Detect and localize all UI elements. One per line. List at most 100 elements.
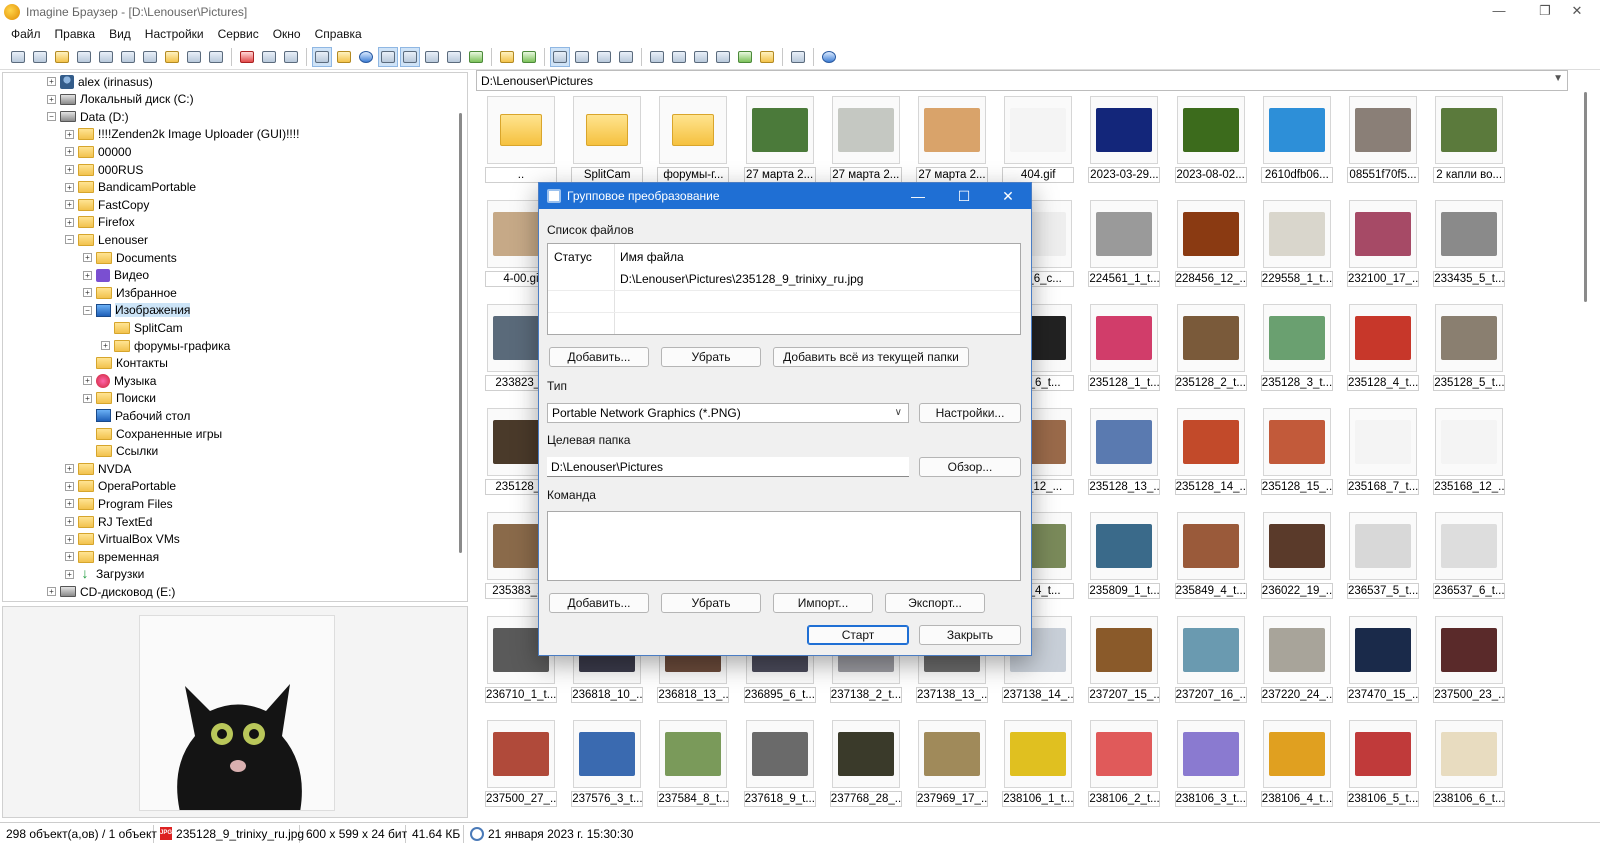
tree-item[interactable]: + форумы-графика [101,337,230,354]
tree-item[interactable]: − Data (D:) [47,108,129,125]
tree-item[interactable]: + alex (irinasus) [47,73,153,90]
column-status[interactable]: Статус [554,250,592,264]
menu-item[interactable]: Окно [266,27,308,41]
thumbnail[interactable]: 235128_13_... [1088,406,1161,496]
menu-item[interactable]: Сервис [211,27,266,41]
thumbnail[interactable]: 238106_4_t... [1260,718,1333,808]
thumbnail[interactable]: 237207_16_... [1174,614,1247,704]
thumbnail[interactable]: 235168_7_t... [1347,406,1419,496]
file-list-row[interactable]: D:\Lenouser\Pictures\235128_9_trinixy_ru… [620,272,863,286]
tree-scrollbar[interactable] [459,113,462,553]
expand-toggle-icon[interactable]: + [47,587,56,597]
command-remove-button[interactable]: Убрать [661,593,761,613]
tree-item[interactable]: Ссылки [83,443,158,460]
menu-item[interactable]: Файл [4,27,48,41]
close-dialog-button[interactable]: Закрыть [919,625,1021,645]
export-button[interactable]: Экспорт... [885,593,985,613]
column-filename[interactable]: Имя файла [620,250,684,264]
tree-item[interactable]: + Program Files [65,495,173,512]
thumbnail[interactable]: 236537_6_t... [1433,510,1506,600]
minimize-button[interactable]: — [1476,0,1522,24]
remove-files-button[interactable]: Убрать [661,347,761,367]
add-files-button[interactable]: Добавить... [549,347,649,367]
toolbar-button[interactable] [74,47,94,67]
tree-item[interactable]: +00000 [65,143,131,160]
toolbar-button[interactable] [206,47,226,67]
expand-toggle-icon[interactable]: − [47,112,56,122]
toolbar-button[interactable] [466,47,486,67]
thumbnail[interactable]: 238106_1_t... [1002,718,1075,808]
tree-item[interactable]: + Поиски [83,390,156,407]
import-button[interactable]: Импорт... [773,593,873,613]
command-box[interactable] [547,511,1021,581]
toolbar-button[interactable] [713,47,733,67]
toolbar-button[interactable] [757,47,777,67]
thumbnail[interactable]: 235128_5_t... [1433,302,1506,392]
thumbnail[interactable]: форумы-г... [657,94,730,184]
menu-item[interactable]: Настройки [138,27,211,41]
thumbnail[interactable]: 27 марта 2... [916,94,988,184]
toolbar-button[interactable] [647,47,667,67]
toolbar-button[interactable] [378,46,398,67]
thumbnail[interactable]: 238106_6_t... [1433,718,1506,808]
thumbnail[interactable]: 08551f70f5... [1347,94,1419,184]
dialog-minimize-button[interactable]: — [895,183,941,209]
tree-item[interactable]: + Firefox [65,214,135,231]
expand-toggle-icon[interactable]: + [65,517,74,526]
toolbar-button[interactable] [30,47,50,67]
expand-toggle-icon[interactable]: + [65,129,74,139]
thumbnail[interactable]: 235128_2_t... [1174,302,1247,392]
tree-item[interactable]: + VirtualBox VMs [65,531,180,548]
thumbnail[interactable]: 2 капли во... [1433,94,1506,184]
file-list[interactable]: Статус Имя файла D:\Lenouser\Pictures\23… [547,243,1021,335]
tree-item[interactable]: Рабочий стол [83,407,190,424]
thumbnail[interactable]: 237618_9_t... [743,718,816,808]
thumbnail[interactable]: 235128_4_t... [1347,302,1419,392]
tree-item[interactable]: + ↓ Загрузки [65,566,144,583]
toolbar-button[interactable] [422,47,442,67]
toolbar-button[interactable] [519,47,539,67]
thumbnail[interactable]: 235128_15_... [1260,406,1333,496]
toolbar-button[interactable] [334,47,354,67]
toolbar-button[interactable] [140,47,160,67]
chevron-down-icon[interactable]: ▼ [1553,73,1563,84]
toolbar-button[interactable] [8,47,28,67]
tree-item[interactable]: Сохраненные игры [83,425,222,442]
thumbnail[interactable]: 238106_2_t... [1088,718,1161,808]
tree-item[interactable]: + временная [65,548,159,565]
toolbar-button[interactable] [259,47,279,67]
toolbar-button[interactable] [572,47,592,67]
toolbar-button[interactable] [669,47,689,67]
menu-item[interactable]: Вид [102,27,138,41]
toolbar-button[interactable] [788,47,808,67]
grid-scrollbar[interactable] [1584,92,1587,302]
expand-toggle-icon[interactable]: + [47,77,56,86]
toolbar-button[interactable] [52,47,72,67]
expand-toggle-icon[interactable]: + [83,253,92,262]
toolbar-button[interactable] [616,47,636,67]
thumbnail[interactable]: 232100_17_... [1347,198,1419,288]
expand-toggle-icon[interactable]: + [83,270,92,280]
thumbnail[interactable]: 224561_1_t... [1088,198,1161,288]
tree-item[interactable]: + Избранное [83,284,177,301]
thumbnail[interactable]: 237207_15_... [1088,614,1161,704]
expand-toggle-icon[interactable]: + [101,341,110,350]
menu-item[interactable]: Справка [308,27,369,41]
settings-button[interactable]: Настройки... [919,403,1021,423]
thumbnail[interactable]: SplitCam [571,94,644,184]
thumbnail[interactable]: 236537_5_t... [1347,510,1419,600]
thumbnail[interactable]: 237220_24_... [1260,614,1333,704]
expand-toggle-icon[interactable]: + [65,552,74,562]
thumbnail[interactable]: 235128_3_t... [1260,302,1333,392]
expand-toggle-icon[interactable]: + [65,147,74,157]
expand-toggle-icon[interactable]: + [65,165,74,174]
close-button[interactable]: ✕ [1554,0,1600,24]
command-add-button[interactable]: Добавить... [549,593,649,613]
tree-item[interactable]: + NVDA [65,460,131,477]
tree-item[interactable]: + CD-дисковод (E:) [47,583,175,600]
tree-item[interactable]: SplitCam [101,319,183,336]
tree-item[interactable]: + Музыка [83,372,156,389]
thumbnail[interactable]: 238106_5_t... [1347,718,1419,808]
thumbnail[interactable]: 237969_17_... [916,718,988,808]
expand-toggle-icon[interactable]: + [65,534,74,544]
